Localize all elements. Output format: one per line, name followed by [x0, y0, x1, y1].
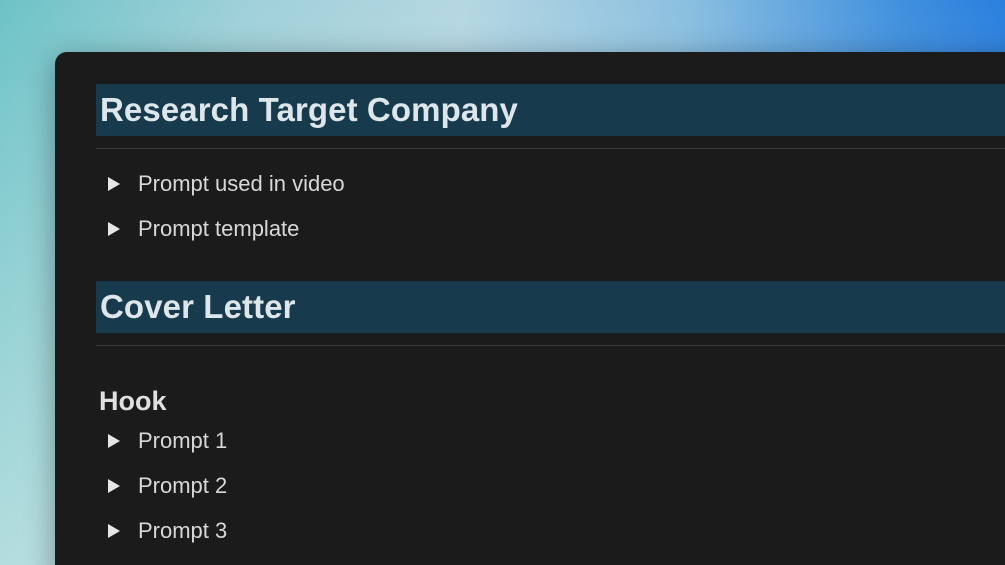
heading-text: Cover Letter: [100, 288, 296, 325]
triangle-right-icon[interactable]: [96, 433, 138, 448]
toggle-prompt-2[interactable]: Prompt 2: [96, 463, 1005, 508]
toggle-prompt-1[interactable]: Prompt 1: [96, 418, 1005, 463]
toggle-label: Prompt 3: [138, 517, 228, 543]
triangle-right-icon[interactable]: [96, 221, 138, 236]
toggle-label: Prompt 2: [138, 472, 228, 498]
toggle-list: Prompt 1 Prompt 2 Prompt 3: [96, 418, 1005, 553]
heading-cover-letter[interactable]: Cover Letter: [96, 281, 1005, 333]
triangle-right-icon[interactable]: [96, 478, 138, 493]
toggle-prompt-3[interactable]: Prompt 3: [96, 508, 1005, 553]
divider: [96, 345, 1005, 346]
toggle-label: Prompt used in video: [138, 170, 345, 196]
triangle-right-icon[interactable]: [96, 176, 138, 191]
heading-text: Research Target Company: [100, 91, 518, 128]
page-content: Research Target Company Prompt used in v…: [96, 84, 1005, 553]
toggle-list: Prompt used in video Prompt template: [96, 161, 1005, 251]
toggle-prompt-template[interactable]: Prompt template: [96, 206, 1005, 251]
toggle-label: Prompt 1: [138, 427, 228, 453]
divider: [96, 148, 1005, 149]
heading-research-target-company[interactable]: Research Target Company: [96, 84, 1005, 136]
toggle-label: Prompt template: [138, 215, 300, 241]
notes-window: Research Target Company Prompt used in v…: [55, 52, 1005, 565]
triangle-right-icon[interactable]: [96, 523, 138, 538]
subheading-hook[interactable]: Hook: [96, 384, 1005, 418]
toggle-prompt-used-in-video[interactable]: Prompt used in video: [96, 161, 1005, 206]
